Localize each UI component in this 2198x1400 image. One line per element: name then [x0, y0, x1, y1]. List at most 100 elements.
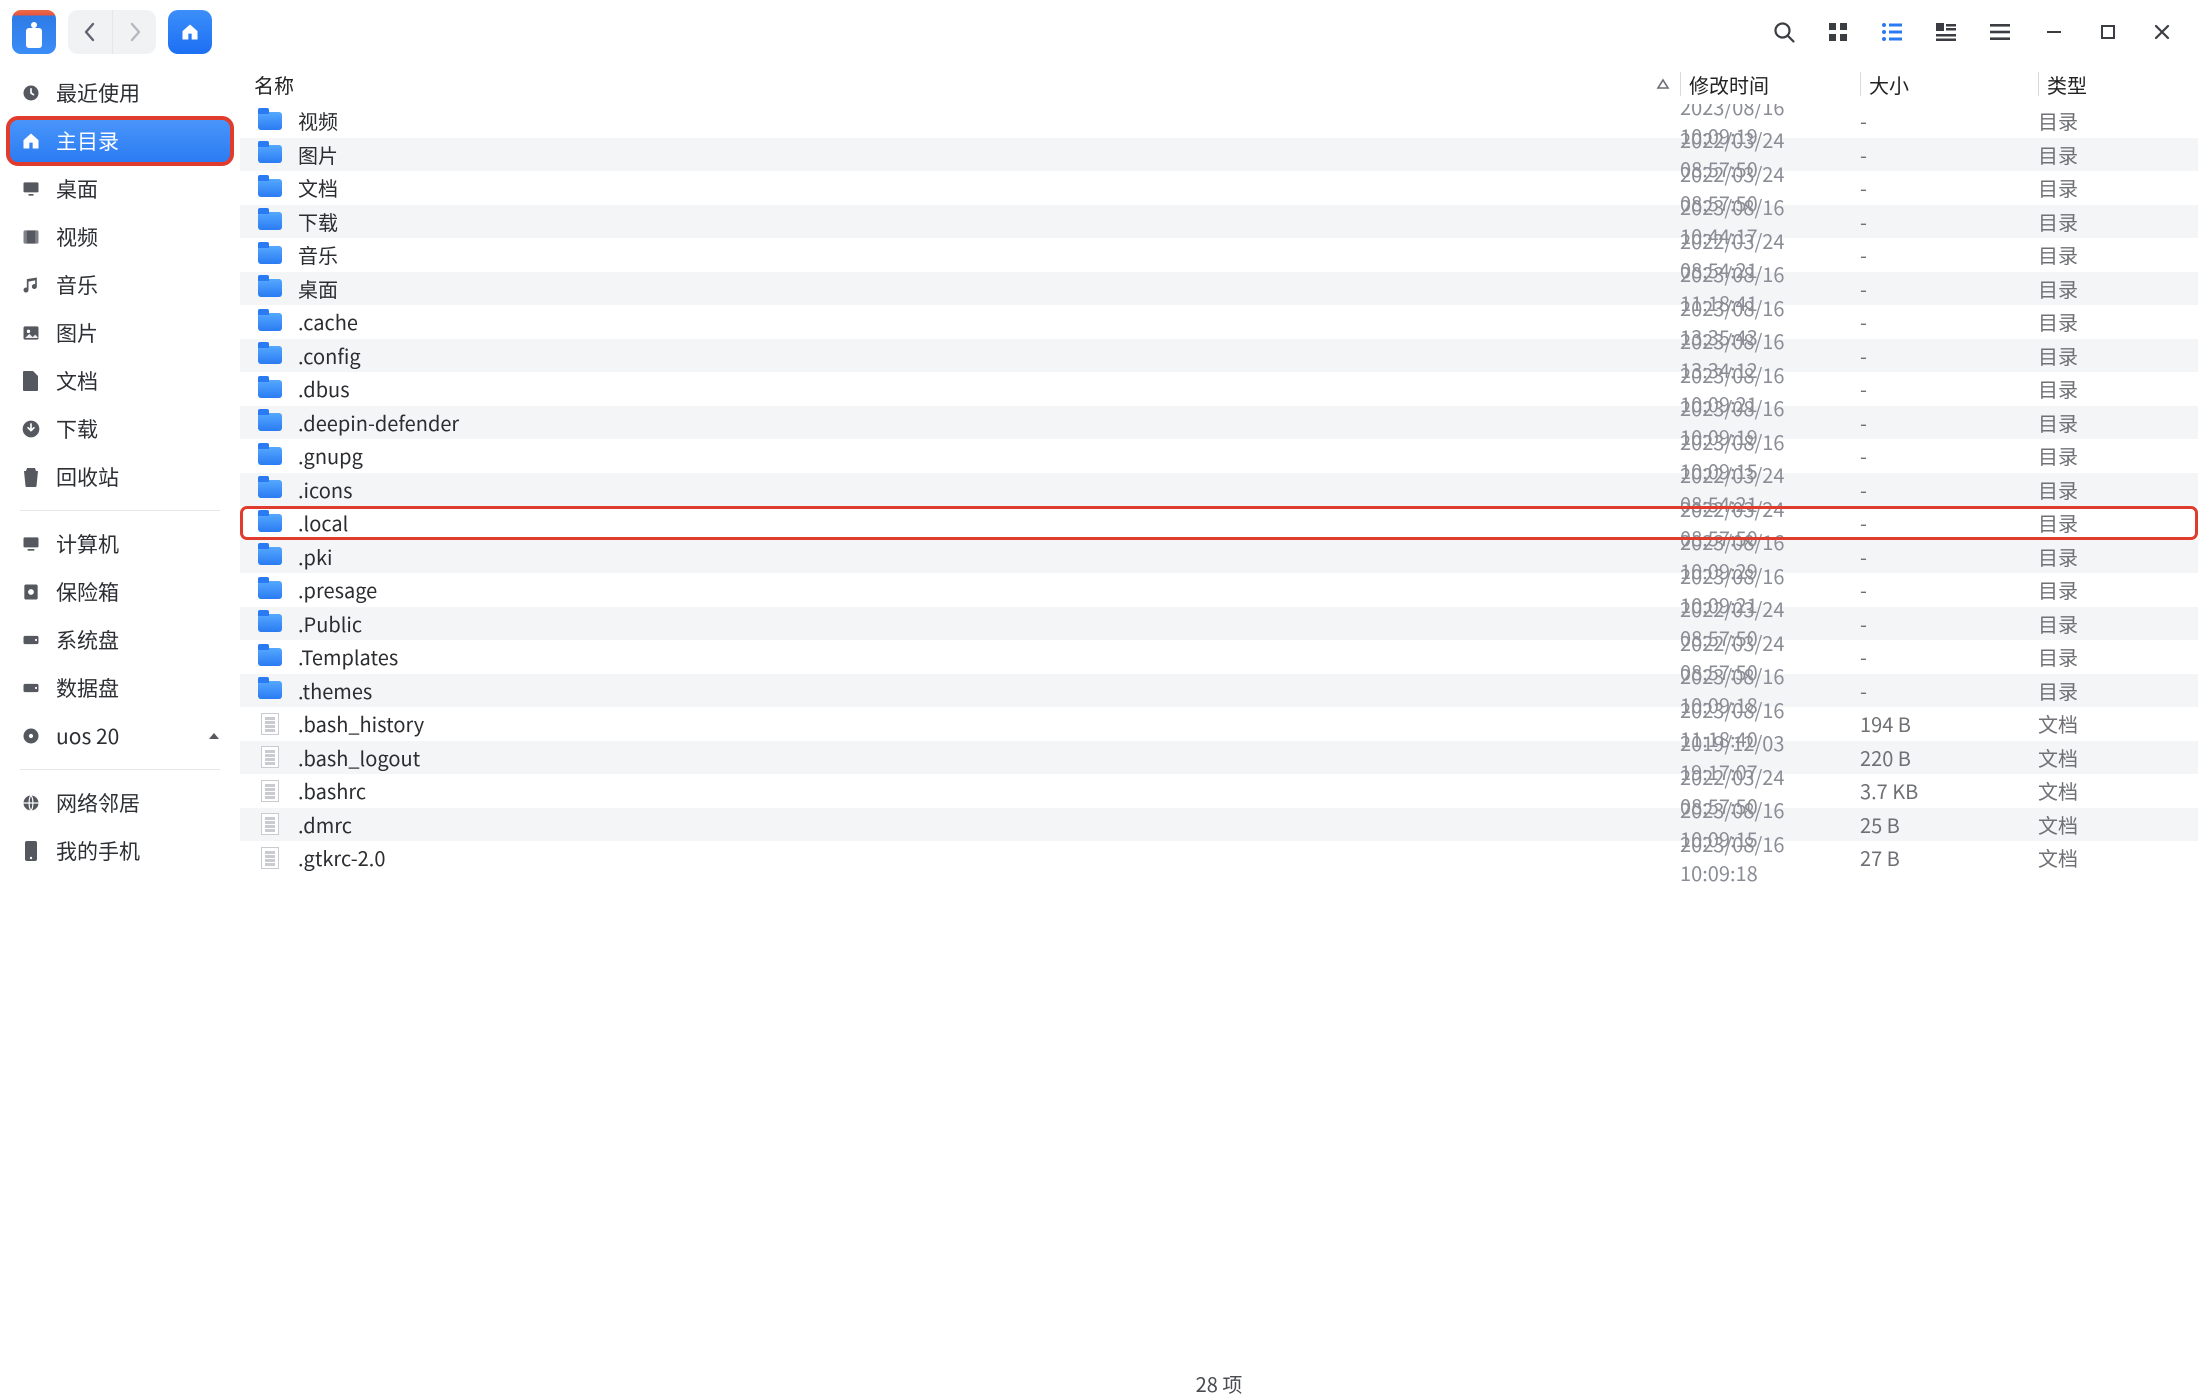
file-name: 文档 [298, 173, 1680, 202]
back-button[interactable] [68, 10, 112, 54]
file-row[interactable]: .gtkrc-2.02023/08/16 10:09:1827 B文档 [240, 841, 2198, 875]
file-row[interactable]: 视频2023/08/16 10:09:19-目录 [240, 104, 2198, 138]
file-type: 目录 [2038, 676, 2198, 705]
file-row[interactable]: .local2022/03/24 08:57:50-目录 [240, 506, 2198, 540]
phone-icon [20, 840, 42, 862]
folder-icon [258, 380, 282, 398]
column-header-name-label: 名称 [254, 70, 294, 99]
sidebar-item-music[interactable]: 音乐 [8, 262, 232, 308]
file-size: - [1860, 207, 2038, 236]
forward-button[interactable] [112, 10, 156, 54]
file-size: - [1860, 374, 2038, 403]
file-type: 目录 [2038, 274, 2198, 303]
file-row[interactable]: 图片2022/03/24 08:57:50-目录 [240, 138, 2198, 172]
file-type: 目录 [2038, 575, 2198, 604]
file-row[interactable]: .gnupg2023/08/16 10:09:15-目录 [240, 439, 2198, 473]
sidebar-item-uos20[interactable]: uos 20 [8, 713, 232, 759]
file-type: 目录 [2038, 475, 2198, 504]
maximize-button[interactable] [2092, 16, 2124, 48]
sidebar-item-desktop[interactable]: 桌面 [8, 166, 232, 212]
sidebar-item-videos[interactable]: 视频 [8, 214, 232, 260]
file-size: 220 B [1860, 743, 2038, 772]
toolbar-right [1768, 16, 2186, 48]
sidebar-item-home[interactable]: 主目录 [8, 118, 232, 164]
close-button[interactable] [2146, 16, 2178, 48]
file-name: .config [298, 341, 1680, 370]
file-row[interactable]: .config2023/08/16 13:34:12-目录 [240, 339, 2198, 373]
view-list-button[interactable] [1876, 16, 1908, 48]
file-list[interactable]: 视频2023/08/16 10:09:19-目录图片2022/03/24 08:… [240, 104, 2198, 1366]
file-type: 目录 [2038, 173, 2198, 202]
sidebar-item-phone[interactable]: 我的手机 [8, 828, 232, 874]
column-header-mtime[interactable]: 修改时间 [1680, 72, 1860, 96]
file-row[interactable]: .presage2023/08/16 10:09:21-目录 [240, 573, 2198, 607]
file-name: 下载 [298, 207, 1680, 236]
sidebar-item-recent[interactable]: 最近使用 [8, 70, 232, 116]
file-name: .dmrc [298, 810, 1680, 839]
file-name: .gtkrc-2.0 [298, 843, 1680, 872]
file-row[interactable]: 桌面2023/08/16 11:18:41-目录 [240, 272, 2198, 306]
file-area: 名称 修改时间 大小 类型 视频2023/08/16 10:09:19-目录图片… [240, 64, 2198, 1400]
sidebar-item-label: 系统盘 [56, 625, 119, 655]
file-size: - [1860, 106, 2038, 135]
column-header-type[interactable]: 类型 [2038, 72, 2198, 96]
disc-icon [20, 725, 42, 747]
sidebar-item-network[interactable]: 网络邻居 [8, 780, 232, 826]
file-size: - [1860, 341, 2038, 370]
file-row[interactable]: .dbus2023/08/16 10:09:21-目录 [240, 372, 2198, 406]
sidebar-item-pictures[interactable]: 图片 [8, 310, 232, 356]
file-type: 文档 [2038, 843, 2198, 872]
sidebar-item-trash[interactable]: 回收站 [8, 454, 232, 500]
document-icon [261, 780, 279, 802]
collapse-icon [208, 731, 220, 741]
hdd-icon [20, 629, 42, 651]
menu-button[interactable] [1984, 16, 2016, 48]
column-headers: 名称 修改时间 大小 类型 [240, 64, 2198, 104]
file-row[interactable]: .Public2022/03/24 08:57:50-目录 [240, 607, 2198, 641]
chevron-right-icon [128, 22, 142, 42]
file-size: - [1860, 441, 2038, 470]
file-row[interactable]: .cache2023/08/16 13:35:43-目录 [240, 305, 2198, 339]
sidebar-item-datadisk[interactable]: 数据盘 [8, 665, 232, 711]
sidebar-item-sysdisk[interactable]: 系统盘 [8, 617, 232, 663]
sidebar-item-documents[interactable]: 文档 [8, 358, 232, 404]
file-row[interactable]: .pki2023/08/16 10:09:29-目录 [240, 540, 2198, 574]
column-header-size[interactable]: 大小 [1860, 72, 2038, 96]
file-row[interactable]: .bash_history2023/08/16 11:18:40194 B文档 [240, 707, 2198, 741]
minimize-button[interactable] [2038, 16, 2070, 48]
file-type: 目录 [2038, 441, 2198, 470]
file-row[interactable]: .bashrc2022/03/24 08:57:503.7 KB文档 [240, 774, 2198, 808]
file-row[interactable]: .icons2022/03/24 08:54:21-目录 [240, 473, 2198, 507]
home-icon [20, 130, 42, 152]
file-size: - [1860, 642, 2038, 671]
file-type: 目录 [2038, 542, 2198, 571]
file-name: .Templates [298, 642, 1680, 671]
file-row[interactable]: .themes2023/08/16 10:09:18-目录 [240, 674, 2198, 708]
file-name: .themes [298, 676, 1680, 705]
file-row[interactable]: .dmrc2023/08/16 10:09:1525 B文档 [240, 808, 2198, 842]
file-name: 桌面 [298, 274, 1680, 303]
sidebar-item-label: 计算机 [56, 529, 119, 559]
status-bar: 28 项 [240, 1366, 2198, 1400]
sidebar-item-computer[interactable]: 计算机 [8, 521, 232, 567]
sidebar-item-safe[interactable]: 保险箱 [8, 569, 232, 615]
app-logo-icon [12, 10, 56, 54]
view-detail-button[interactable] [1930, 16, 1962, 48]
file-row[interactable]: .deepin-defender2023/08/16 10:09:19-目录 [240, 406, 2198, 440]
file-row[interactable]: .Templates2022/03/24 08:57:50-目录 [240, 640, 2198, 674]
maximize-icon [2100, 24, 2116, 40]
home-button[interactable] [168, 10, 212, 54]
file-type: 目录 [2038, 140, 2198, 169]
sidebar-item-downloads[interactable]: 下载 [8, 406, 232, 452]
film-icon [20, 226, 42, 248]
folder-icon [258, 179, 282, 197]
file-row[interactable]: .bash_logout2019/12/03 19:17:07220 B文档 [240, 741, 2198, 775]
search-button[interactable] [1768, 16, 1800, 48]
file-row[interactable]: 音乐2022/03/24 08:54:21-目录 [240, 238, 2198, 272]
column-header-name[interactable]: 名称 [248, 70, 1680, 99]
sidebar: 最近使用主目录桌面视频音乐图片文档下载回收站计算机保险箱系统盘数据盘uos 20… [0, 64, 240, 1400]
view-icons-button[interactable] [1822, 16, 1854, 48]
file-row[interactable]: 文档2022/03/24 08:57:50-目录 [240, 171, 2198, 205]
file-row[interactable]: 下载2023/08/16 10:44:17-目录 [240, 205, 2198, 239]
sidebar-item-label: 最近使用 [56, 78, 140, 108]
